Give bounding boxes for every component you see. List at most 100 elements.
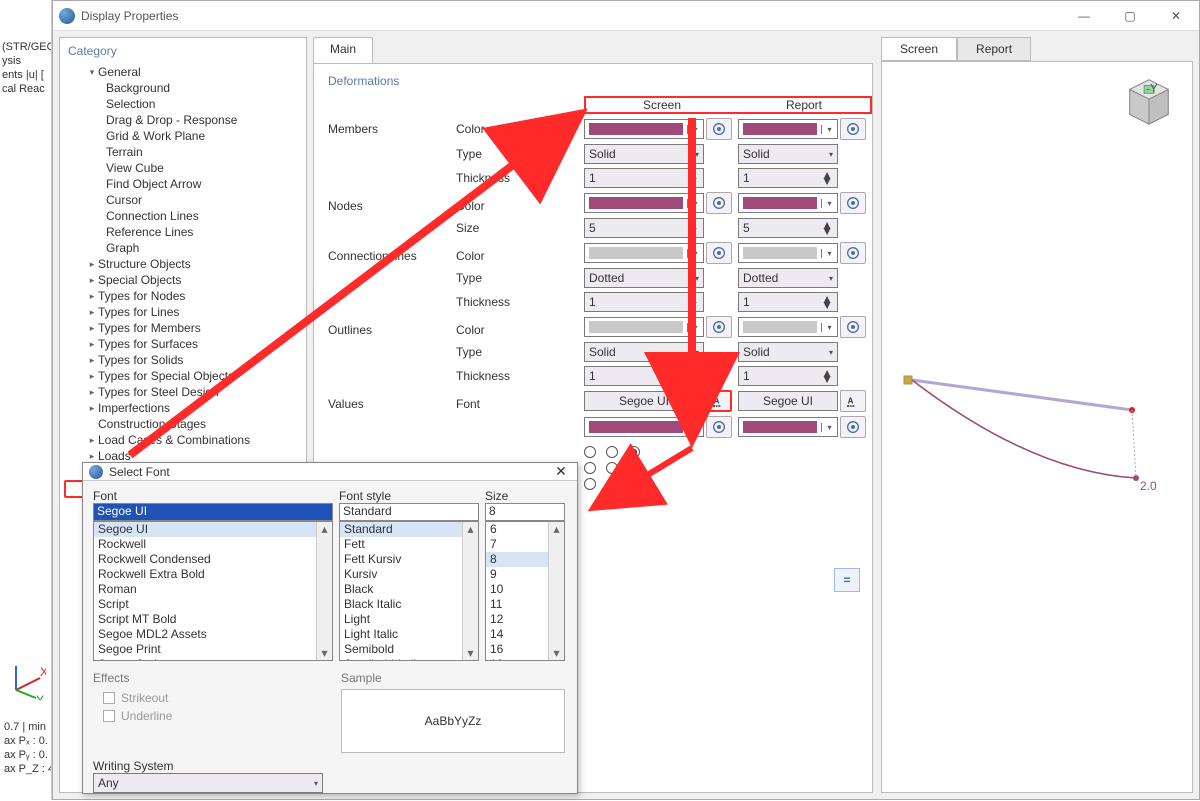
nodes-size-report[interactable]: 5▲▼	[738, 218, 838, 238]
tree-reflines[interactable]: Reference Lines	[64, 224, 306, 240]
out-type-screen[interactable]: Solid▾	[584, 342, 704, 362]
members-type-report[interactable]: Solid▾	[738, 144, 838, 164]
sync-button[interactable]: =	[834, 568, 860, 592]
out-color-screen[interactable]: ▾	[584, 317, 704, 337]
nodes-color-screen[interactable]: ▾	[584, 193, 704, 213]
visibility-icon[interactable]	[840, 242, 866, 264]
list-item[interactable]: Rockwell Condensed	[94, 552, 332, 567]
view-cube-icon[interactable]: -Y	[1120, 76, 1178, 126]
tree-general[interactable]: ▾General	[64, 64, 306, 80]
members-color-screen[interactable]: ▾	[584, 119, 704, 139]
visibility-icon[interactable]	[706, 118, 732, 140]
list-item[interactable]: Segoe Print	[94, 642, 332, 657]
values-color-screen[interactable]: ▾	[584, 417, 704, 437]
font-button-screen[interactable]: A	[706, 390, 732, 412]
tree-selection[interactable]: Selection	[64, 96, 306, 112]
tree-cstages[interactable]: Construction Stages	[64, 416, 306, 432]
visibility-icon[interactable]	[840, 416, 866, 438]
radio-row-3-screen[interactable]	[584, 478, 640, 490]
writing-system-combo[interactable]: Any▾	[93, 773, 323, 793]
tree-structobj[interactable]: ▸Structure Objects	[64, 256, 306, 272]
list-item[interactable]: Segoe MDL2 Assets	[94, 627, 332, 642]
preview-tab-report[interactable]: Report	[957, 37, 1031, 61]
list-item[interactable]: Semibold Italic	[340, 657, 478, 661]
tree-dragdrop[interactable]: Drag & Drop - Response	[64, 112, 306, 128]
tree-graph[interactable]: Graph	[64, 240, 306, 256]
font-name-input[interactable]: Segoe UI	[93, 503, 333, 521]
style-list[interactable]: StandardFettFett KursivKursivBlackBlack …	[339, 521, 479, 661]
nodes-color-report[interactable]: ▾	[738, 193, 838, 213]
conn-color-screen[interactable]: ▾	[584, 243, 704, 263]
out-thick-screen[interactable]: 1▲▼	[584, 366, 704, 386]
list-item[interactable]: Fett	[340, 537, 478, 552]
list-item[interactable]: Rockwell Extra Bold	[94, 567, 332, 582]
font-button-report[interactable]: A	[840, 390, 866, 412]
conn-type-report[interactable]: Dotted▾	[738, 268, 838, 288]
list-item[interactable]: Script MT Bold	[94, 612, 332, 627]
out-type-report[interactable]: Solid▾	[738, 342, 838, 362]
list-item[interactable]: Segoe Script	[94, 657, 332, 661]
values-color-report[interactable]: ▾	[738, 417, 838, 437]
out-color-report[interactable]: ▾	[738, 317, 838, 337]
conn-thick-report[interactable]: 1▲▼	[738, 292, 838, 312]
tree-tsurfaces[interactable]: ▸Types for Surfaces	[64, 336, 306, 352]
visibility-icon[interactable]	[706, 242, 732, 264]
list-item[interactable]: Script	[94, 597, 332, 612]
tree-specobj[interactable]: ▸Special Objects	[64, 272, 306, 288]
visibility-icon[interactable]	[706, 416, 732, 438]
values-font-screen[interactable]: Segoe UI	[584, 391, 704, 411]
tree-cursor[interactable]: Cursor	[64, 192, 306, 208]
visibility-icon[interactable]	[706, 192, 732, 214]
tree-tsolids[interactable]: ▸Types for Solids	[64, 352, 306, 368]
tree-tlines[interactable]: ▸Types for Lines	[64, 304, 306, 320]
close-button[interactable]: ✕	[545, 463, 577, 480]
font-size-input[interactable]: 8	[485, 503, 565, 521]
list-item[interactable]: Light Italic	[340, 627, 478, 642]
members-thick-report[interactable]: 1▲▼	[738, 168, 838, 188]
size-list[interactable]: 6789101112141618▴▾	[485, 521, 565, 661]
tab-main[interactable]: Main	[313, 37, 373, 63]
tree-findobj[interactable]: Find Object Arrow	[64, 176, 306, 192]
tree-background[interactable]: Background	[64, 80, 306, 96]
list-item[interactable]: Black	[340, 582, 478, 597]
conn-type-screen[interactable]: Dotted▾	[584, 268, 704, 288]
conn-color-report[interactable]: ▾	[738, 243, 838, 263]
list-item[interactable]: Kursiv	[340, 567, 478, 582]
font-style-input[interactable]: Standard	[339, 503, 479, 521]
radio-row-2-screen[interactable]	[584, 462, 640, 474]
visibility-icon[interactable]	[840, 316, 866, 338]
preview-tab-screen[interactable]: Screen	[881, 37, 957, 61]
visibility-icon[interactable]	[840, 192, 866, 214]
list-item[interactable]: Semibold	[340, 642, 478, 657]
minimize-button[interactable]: —	[1061, 1, 1107, 31]
tree-terrain[interactable]: Terrain	[64, 144, 306, 160]
tree-viewcube[interactable]: View Cube	[64, 160, 306, 176]
tree-tnodes[interactable]: ▸Types for Nodes	[64, 288, 306, 304]
tree-tmembers[interactable]: ▸Types for Members	[64, 320, 306, 336]
list-item[interactable]: Black Italic	[340, 597, 478, 612]
list-item[interactable]: Segoe UI	[94, 522, 332, 537]
radio-row-1-screen[interactable]	[584, 446, 640, 458]
tree-tsteel[interactable]: ▸Types for Steel Design	[64, 384, 306, 400]
tree-loadcases[interactable]: ▸Load Cases & Combinations	[64, 432, 306, 448]
strikeout-checkbox[interactable]: Strikeout	[103, 689, 323, 707]
out-thick-report[interactable]: 1▲▼	[738, 366, 838, 386]
members-thick-screen[interactable]: 1▲▼	[584, 168, 704, 188]
list-item[interactable]: Light	[340, 612, 478, 627]
tree-tspecobj[interactable]: ▸Types for Special Objects	[64, 368, 306, 384]
nodes-size-screen[interactable]: 5▲▼	[584, 218, 704, 238]
values-font-report[interactable]: Segoe UI	[738, 391, 838, 411]
list-item[interactable]: Standard	[340, 522, 478, 537]
conn-thick-screen[interactable]: 1▲▼	[584, 292, 704, 312]
font-list[interactable]: Segoe UIRockwellRockwell CondensedRockwe…	[93, 521, 333, 661]
visibility-icon[interactable]	[840, 118, 866, 140]
members-type-screen[interactable]: Solid▾	[584, 144, 704, 164]
close-button[interactable]: ✕	[1153, 1, 1199, 31]
list-item[interactable]: Fett Kursiv	[340, 552, 478, 567]
list-item[interactable]: Rockwell	[94, 537, 332, 552]
members-color-report[interactable]: ▾	[738, 119, 838, 139]
maximize-button[interactable]: ▢	[1107, 1, 1153, 31]
tree-imperf[interactable]: ▸Imperfections	[64, 400, 306, 416]
tree-grid[interactable]: Grid & Work Plane	[64, 128, 306, 144]
list-item[interactable]: Roman	[94, 582, 332, 597]
